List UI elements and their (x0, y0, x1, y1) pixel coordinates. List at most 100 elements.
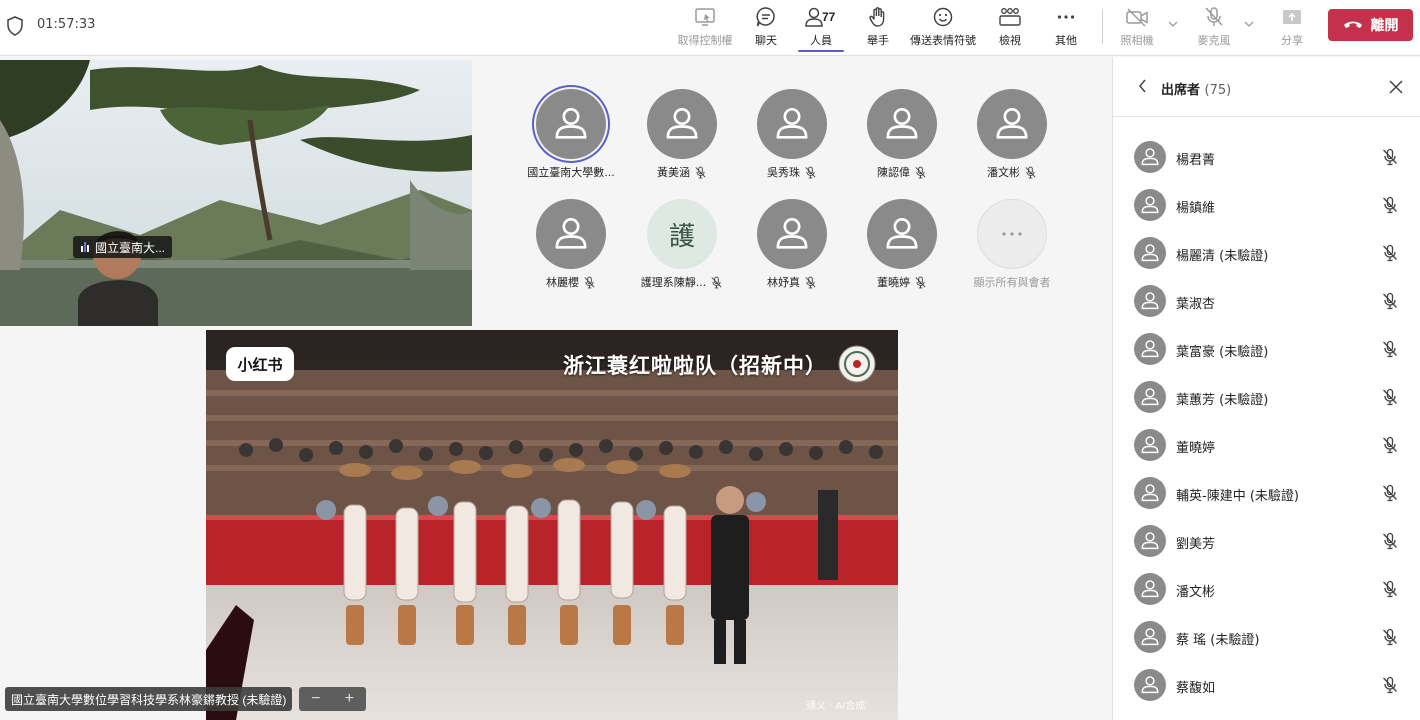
more-icon (1057, 15, 1075, 19)
mic-off-icon (1383, 196, 1397, 214)
person-icon (886, 107, 918, 139)
person-icon (1141, 628, 1159, 646)
mic-button[interactable]: 麥克風 (1195, 6, 1233, 50)
attendee-avatar (1134, 141, 1166, 173)
raise-hand-button[interactable]: 舉手 (860, 6, 896, 50)
participant-avatar (977, 89, 1047, 159)
attendee-row[interactable]: 楊鎮維 (1113, 181, 1420, 229)
person-icon (776, 107, 808, 139)
person-icon (1141, 580, 1159, 598)
attendee-row[interactable]: 楊麗清 (未驗證) (1113, 229, 1420, 277)
attendee-avatar (1134, 573, 1166, 605)
participant-name-row: 林妤真 (737, 274, 847, 290)
participant-tile[interactable]: 護護理系陳靜... (627, 199, 737, 290)
attendee-avatar (1134, 333, 1166, 365)
mic-off-icon (1383, 244, 1397, 262)
attendees-title-text: 出席者 (1161, 83, 1201, 98)
attendee-name: 葉蕙芳 (未驗證) (1176, 393, 1269, 408)
attendees-count: (75) (1204, 83, 1232, 98)
meeting-toolbar: 01:57:33 取得控制權 聊天 77 人員 舉手 傳送表情符號 檢視 其他 … (0, 0, 1420, 56)
attendee-row[interactable]: 董曉婷 (1113, 421, 1420, 469)
attendee-name: 葉淑杏 (1176, 297, 1216, 312)
participant-tile[interactable]: 潘文彬 (957, 89, 1067, 180)
participant-tile[interactable]: 陳認偉 (847, 89, 957, 180)
mic-off-icon (1383, 628, 1397, 646)
active-tab-indicator (798, 50, 844, 52)
person-icon (1141, 292, 1159, 310)
attendee-name: 輔英-陳建中 (未驗證) (1176, 489, 1299, 504)
participant-name: 林妤真 (767, 276, 800, 289)
participant-tile[interactable]: 吳秀珠 (737, 89, 847, 180)
person-icon (1141, 388, 1159, 406)
hand-icon (869, 7, 885, 27)
zoom-out-button[interactable]: − (311, 690, 320, 708)
attendee-name: 劉美芳 (1176, 537, 1216, 552)
mic-off-icon (805, 166, 816, 178)
person-icon (1141, 484, 1159, 502)
zoom-controls: − + (299, 687, 366, 711)
attendee-row[interactable]: 蔡馥如 (1113, 661, 1420, 709)
participant-name-row: 護理系陳靜... (627, 274, 737, 290)
attendee-row[interactable]: 潘文彬 (1113, 565, 1420, 613)
participant-tile[interactable]: 林妤真 (737, 199, 847, 290)
camera-label: 照相機 (1120, 34, 1154, 47)
participant-name-row: 潘文彬 (957, 164, 1067, 180)
attendee-row[interactable]: 蔡 瑤 (未驗證) (1113, 613, 1420, 661)
share-button[interactable]: 分享 (1274, 6, 1310, 50)
chat-label: 聊天 (755, 34, 777, 47)
speaker-video-tile[interactable]: 國立臺南大... (0, 60, 472, 326)
close-icon[interactable] (1389, 80, 1403, 94)
person-icon (1141, 532, 1159, 550)
participant-name-row: 陳認偉 (847, 164, 957, 180)
attendee-avatar (1134, 429, 1166, 461)
attendee-row[interactable]: 輔英-陳建中 (未驗證) (1113, 469, 1420, 517)
mic-options-chevron-icon[interactable] (1244, 20, 1254, 28)
participant-name-row: 吳秀珠 (737, 164, 847, 180)
attendee-row[interactable]: 葉富豪 (未驗證) (1113, 325, 1420, 373)
attendee-avatar (1134, 285, 1166, 317)
show-all-participants-tile[interactable]: 顯示所有與會者 (957, 199, 1067, 290)
chevron-left-icon[interactable] (1137, 79, 1149, 93)
person-icon (666, 107, 698, 139)
attendee-name: 潘文彬 (1176, 585, 1216, 600)
shared-video-tile[interactable]: 小红书 浙江蓑红啦啦队（招新中） 通义 · AI合成 (206, 330, 898, 720)
attendee-avatar (1134, 525, 1166, 557)
mic-off-icon (1383, 580, 1397, 598)
view-label: 檢視 (999, 34, 1021, 47)
participant-tile[interactable]: 黃美涵 (627, 89, 737, 180)
people-button[interactable]: 77 人員 (800, 6, 842, 50)
speaker-video-image (0, 60, 472, 326)
attendee-row[interactable]: 劉美芳 (1113, 517, 1420, 565)
attendee-row[interactable]: 楊君菁 (1113, 133, 1420, 181)
participant-tile[interactable]: 董曉婷 (847, 199, 957, 290)
attendee-row[interactable]: 葉淑杏 (1113, 277, 1420, 325)
mic-off-icon (1383, 340, 1397, 358)
attendees-panel-header: 出席者 (75) (1113, 57, 1420, 117)
participant-tile[interactable]: 林麗櫻 (516, 199, 626, 290)
attendee-row[interactable]: 葉蕙芳 (未驗證) (1113, 373, 1420, 421)
camera-options-chevron-icon[interactable] (1168, 20, 1178, 28)
reactions-button[interactable]: 傳送表情符號 (908, 6, 978, 50)
camera-button[interactable]: 照相機 (1118, 6, 1156, 50)
attendee-avatar (1134, 381, 1166, 413)
attendee-name: 蔡馥如 (1176, 681, 1216, 696)
more-button[interactable]: 其他 (1048, 6, 1084, 50)
zoom-in-button[interactable]: + (345, 690, 354, 708)
people-label: 人員 (810, 34, 832, 47)
attendee-name: 楊君菁 (1176, 153, 1216, 168)
view-button[interactable]: 檢視 (992, 6, 1028, 50)
mic-off-icon (1383, 292, 1397, 310)
mic-label: 麥克風 (1197, 34, 1231, 47)
leave-button[interactable]: 離開 (1328, 9, 1413, 41)
participant-name: 黃美涵 (657, 166, 690, 179)
participant-name-row: 顯示所有與會者 (957, 274, 1067, 290)
take-control-button[interactable]: 取得控制權 (676, 6, 734, 50)
smile-icon (933, 7, 953, 27)
person-icon (886, 217, 918, 249)
chat-button[interactable]: 聊天 (748, 6, 784, 50)
participant-tile[interactable]: 國立臺南大學數... (516, 89, 626, 180)
attendee-name: 葉富豪 (未驗證) (1176, 345, 1269, 360)
attendees-panel: 出席者 (75) 楊君菁楊鎮維 楊麗清 (未驗證) 葉淑杏葉富豪 (未驗證) 葉蕙芳 … (1112, 57, 1420, 720)
chat-icon (756, 7, 775, 27)
participant-avatar (867, 199, 937, 269)
